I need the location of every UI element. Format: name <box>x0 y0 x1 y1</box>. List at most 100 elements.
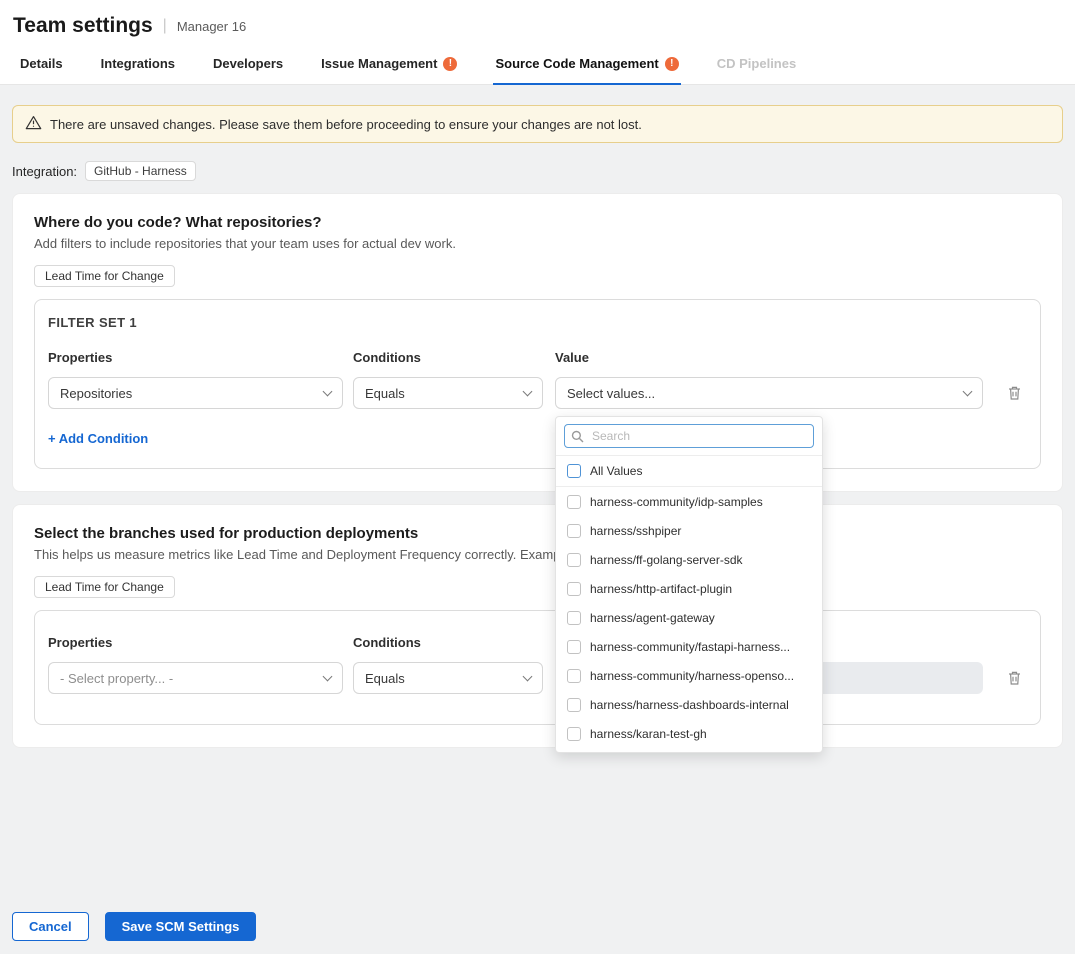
branches-card-title: Select the branches used for production … <box>34 525 1041 542</box>
lead-time-tag[interactable]: Lead Time for Change <box>34 576 175 598</box>
tab-label: CD Pipelines <box>717 56 796 71</box>
values-select[interactable]: Select values... <box>555 377 983 409</box>
tab-label: Details <box>20 56 63 71</box>
header: Team settings | Manager 16 Details Integ… <box>0 0 1075 85</box>
tab-source-code-management[interactable]: Source Code Management ! <box>493 56 680 85</box>
properties-column-label: Properties <box>48 350 343 365</box>
checkbox-icon[interactable] <box>567 464 581 478</box>
warning-icon: ! <box>665 57 679 71</box>
checkbox-icon[interactable] <box>567 727 581 741</box>
content-area: There are unsaved changes. Please save t… <box>0 105 1075 748</box>
trash-icon <box>1007 670 1022 686</box>
title-separator: | <box>163 17 167 35</box>
page-title: Team settings <box>13 14 153 38</box>
repo-option[interactable]: harness/http-artifact-plugin <box>556 574 822 603</box>
filter-column-labels: Properties Conditions Value <box>48 635 1027 650</box>
dropdown-search-input[interactable] <box>564 424 814 448</box>
tab-label: Issue Management <box>321 56 437 71</box>
tab-cd-pipelines: CD Pipelines <box>715 56 798 85</box>
chevron-down-icon <box>323 386 333 396</box>
integration-row: Integration: GitHub - Harness <box>12 161 1063 181</box>
filter-row: - Select property... - Equals <box>48 662 1027 694</box>
chevron-down-icon <box>323 671 333 681</box>
warning-icon: ! <box>443 57 457 71</box>
repositories-card: Where do you code? What repositories? Ad… <box>12 193 1063 492</box>
page-subtitle: Manager 16 <box>177 19 246 34</box>
integration-label: Integration: <box>12 164 77 179</box>
tab-issue-management[interactable]: Issue Management ! <box>319 56 459 85</box>
conditions-select[interactable]: Equals <box>353 377 543 409</box>
properties-select[interactable]: Repositories <box>48 377 343 409</box>
search-icon <box>571 430 584 443</box>
option-label: harness/harness-dashboards-internal <box>590 698 789 712</box>
conditions-column-label: Conditions <box>353 350 543 365</box>
repo-option[interactable]: harness/ff-golang-server-sdk <box>556 545 822 574</box>
option-label: harness-community/harness-openso... <box>590 669 794 683</box>
checkbox-icon[interactable] <box>567 524 581 538</box>
repo-option[interactable]: harness-community/fastapi-harness... <box>556 632 822 661</box>
repo-option[interactable]: harness/sshpiper <box>556 516 822 545</box>
option-label: harness/sshpiper <box>590 524 681 538</box>
delete-filter-button[interactable] <box>1005 383 1024 403</box>
properties-select-value: Repositories <box>60 386 132 401</box>
tab-label: Source Code Management <box>495 56 658 71</box>
repo-option[interactable]: harness/karan-test-gh <box>556 719 822 748</box>
repositories-card-title: Where do you code? What repositories? <box>34 214 1041 231</box>
footer-actions: Cancel Save SCM Settings <box>12 912 256 941</box>
value-column-label: Value <box>555 350 983 365</box>
add-condition-link[interactable]: + Add Condition <box>48 431 148 446</box>
unsaved-changes-banner: There are unsaved changes. Please save t… <box>12 105 1063 143</box>
checkbox-icon[interactable] <box>567 669 581 683</box>
filter-set-title: FILTER SET 1 <box>48 315 1027 330</box>
filter-row: Repositories Equals Select values... <box>48 377 1027 409</box>
repo-option[interactable]: harness/... <box>556 748 822 753</box>
checkbox-icon[interactable] <box>567 640 581 654</box>
save-scm-settings-button[interactable]: Save SCM Settings <box>105 912 257 941</box>
option-label: harness-community/idp-samples <box>590 495 763 509</box>
title-row: Team settings | Manager 16 <box>0 14 1075 38</box>
chevron-down-icon <box>523 671 533 681</box>
checkbox-icon[interactable] <box>567 698 581 712</box>
tab-integrations[interactable]: Integrations <box>99 56 177 85</box>
checkbox-icon[interactable] <box>567 495 581 509</box>
checkbox-icon[interactable] <box>567 553 581 567</box>
branch-conditions-select[interactable]: Equals <box>353 662 543 694</box>
tab-details[interactable]: Details <box>18 56 65 85</box>
repo-option[interactable]: harness-community/harness-openso... <box>556 661 822 690</box>
tab-label: Integrations <box>101 56 175 71</box>
banner-text: There are unsaved changes. Please save t… <box>50 117 642 132</box>
conditions-select-value: Equals <box>365 386 405 401</box>
repositories-card-subtitle: Add filters to include repositories that… <box>34 236 1041 251</box>
filter-column-labels: Properties Conditions Value <box>48 350 1027 365</box>
repo-option[interactable]: harness/agent-gateway <box>556 603 822 632</box>
checkbox-icon[interactable] <box>567 582 581 596</box>
option-label: harness/ff-golang-server-sdk <box>590 553 743 567</box>
branches-card: Select the branches used for production … <box>12 504 1063 748</box>
tab-developers[interactable]: Developers <box>211 56 285 85</box>
cancel-button[interactable]: Cancel <box>12 912 89 941</box>
tab-label: Developers <box>213 56 283 71</box>
branches-card-subtitle: This helps us measure metrics like Lead … <box>34 547 1041 562</box>
branch-properties-select[interactable]: - Select property... - <box>48 662 343 694</box>
lead-time-tag[interactable]: Lead Time for Change <box>34 265 175 287</box>
filter-set-1: FILTER SET 1 Properties Conditions Value… <box>34 299 1041 469</box>
tab-bar: Details Integrations Developers Issue Ma… <box>0 56 1075 85</box>
option-label: All Values <box>590 464 642 478</box>
option-label: harness/http-artifact-plugin <box>590 582 732 596</box>
repo-option[interactable]: harness-community/idp-samples <box>556 487 822 516</box>
conditions-column-label: Conditions <box>353 635 543 650</box>
branches-filter-set: Properties Conditions Value - Select pro… <box>34 610 1041 725</box>
repo-option[interactable]: harness/harness-dashboards-internal <box>556 690 822 719</box>
alert-triangle-icon <box>25 115 42 133</box>
integration-chip[interactable]: GitHub - Harness <box>85 161 196 181</box>
delete-filter-button[interactable] <box>1005 668 1024 688</box>
team-settings-page: Team settings | Manager 16 Details Integ… <box>0 0 1075 954</box>
trash-icon <box>1007 385 1022 401</box>
values-dropdown: All Values harness-community/idp-samples… <box>555 416 823 753</box>
checkbox-icon[interactable] <box>567 611 581 625</box>
values-select-placeholder: Select values... <box>567 386 655 401</box>
option-label: harness/karan-test-gh <box>590 727 707 741</box>
properties-column-label: Properties <box>48 635 343 650</box>
conditions-select-value: Equals <box>365 671 405 686</box>
all-values-option[interactable]: All Values <box>556 456 822 487</box>
